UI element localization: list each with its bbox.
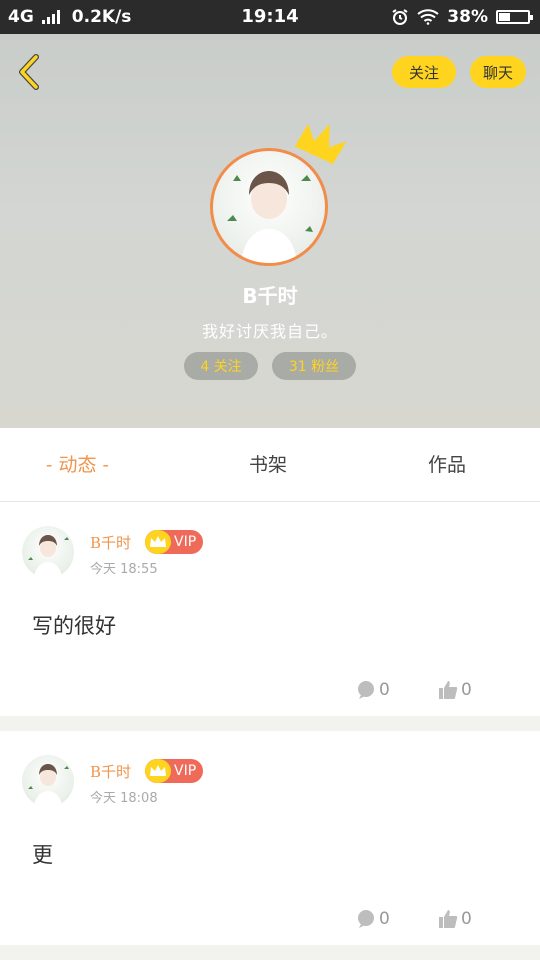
post-author[interactable]: B千时 bbox=[90, 532, 131, 553]
thumbs-up-icon bbox=[439, 910, 458, 928]
like-count: 0 bbox=[461, 909, 472, 929]
chat-button[interactable]: 聊天 bbox=[470, 56, 526, 88]
following-count[interactable]: 4 关注 bbox=[184, 352, 258, 380]
like-count: 0 bbox=[461, 680, 472, 700]
post-time: 今天 18:55 bbox=[90, 562, 158, 577]
profile-tabs: - 动态 - 书架 作品 bbox=[0, 428, 540, 502]
fans-count[interactable]: 31 粉丝 bbox=[272, 352, 356, 380]
alarm-icon bbox=[392, 9, 408, 25]
follow-button[interactable]: 关注 bbox=[392, 56, 456, 88]
vip-badge: VIP bbox=[145, 530, 203, 554]
post-time: 今天 18:08 bbox=[90, 791, 158, 806]
vip-crown-icon bbox=[145, 530, 171, 554]
status-bar: 4G 0.2K/s 19:14 38% bbox=[0, 0, 540, 34]
vip-crown-icon bbox=[145, 759, 171, 783]
post-item[interactable]: B千时 VIP 今天 18:55 写的很好 0 0 bbox=[0, 502, 540, 716]
thumbs-up-icon bbox=[439, 681, 458, 699]
avatar-portrait-icon bbox=[28, 535, 69, 578]
tab-works[interactable]: 作品 bbox=[428, 450, 466, 477]
like-button[interactable]: 0 bbox=[438, 909, 472, 929]
post-content: 更 bbox=[32, 843, 53, 867]
back-arrow-icon[interactable] bbox=[14, 52, 44, 92]
tab-dynamic[interactable]: - 动态 - bbox=[46, 450, 109, 477]
post-content: 写的很好 bbox=[32, 614, 116, 638]
crown-icon bbox=[294, 123, 347, 165]
profile-bio: 我好讨厌我自己。 bbox=[201, 322, 338, 341]
comment-button[interactable]: 0 bbox=[356, 680, 390, 700]
comment-button[interactable]: 0 bbox=[356, 909, 390, 929]
comment-icon bbox=[358, 681, 374, 699]
tab-bookshelf[interactable]: 书架 bbox=[249, 450, 287, 477]
profile-header: 关注 聊天 B千时 我好讨厌我自己。 4 关注 31 粉丝 bbox=[0, 34, 540, 428]
battery-icon bbox=[496, 10, 533, 24]
profile-username: B千时 bbox=[242, 284, 298, 308]
avatar-portrait-icon bbox=[28, 764, 69, 807]
post-avatar[interactable] bbox=[22, 755, 74, 807]
comment-icon bbox=[358, 910, 374, 928]
wifi-icon bbox=[417, 9, 439, 25]
post-item[interactable]: B千时 VIP 今天 18:08 更 0 0 bbox=[0, 731, 540, 945]
comment-count: 0 bbox=[379, 909, 390, 929]
vip-badge: VIP bbox=[145, 759, 203, 783]
like-button[interactable]: 0 bbox=[438, 680, 472, 700]
battery-percent: 38% bbox=[447, 7, 488, 27]
post-avatar[interactable] bbox=[22, 526, 74, 578]
post-author[interactable]: B千时 bbox=[90, 761, 131, 782]
comment-count: 0 bbox=[379, 680, 390, 700]
